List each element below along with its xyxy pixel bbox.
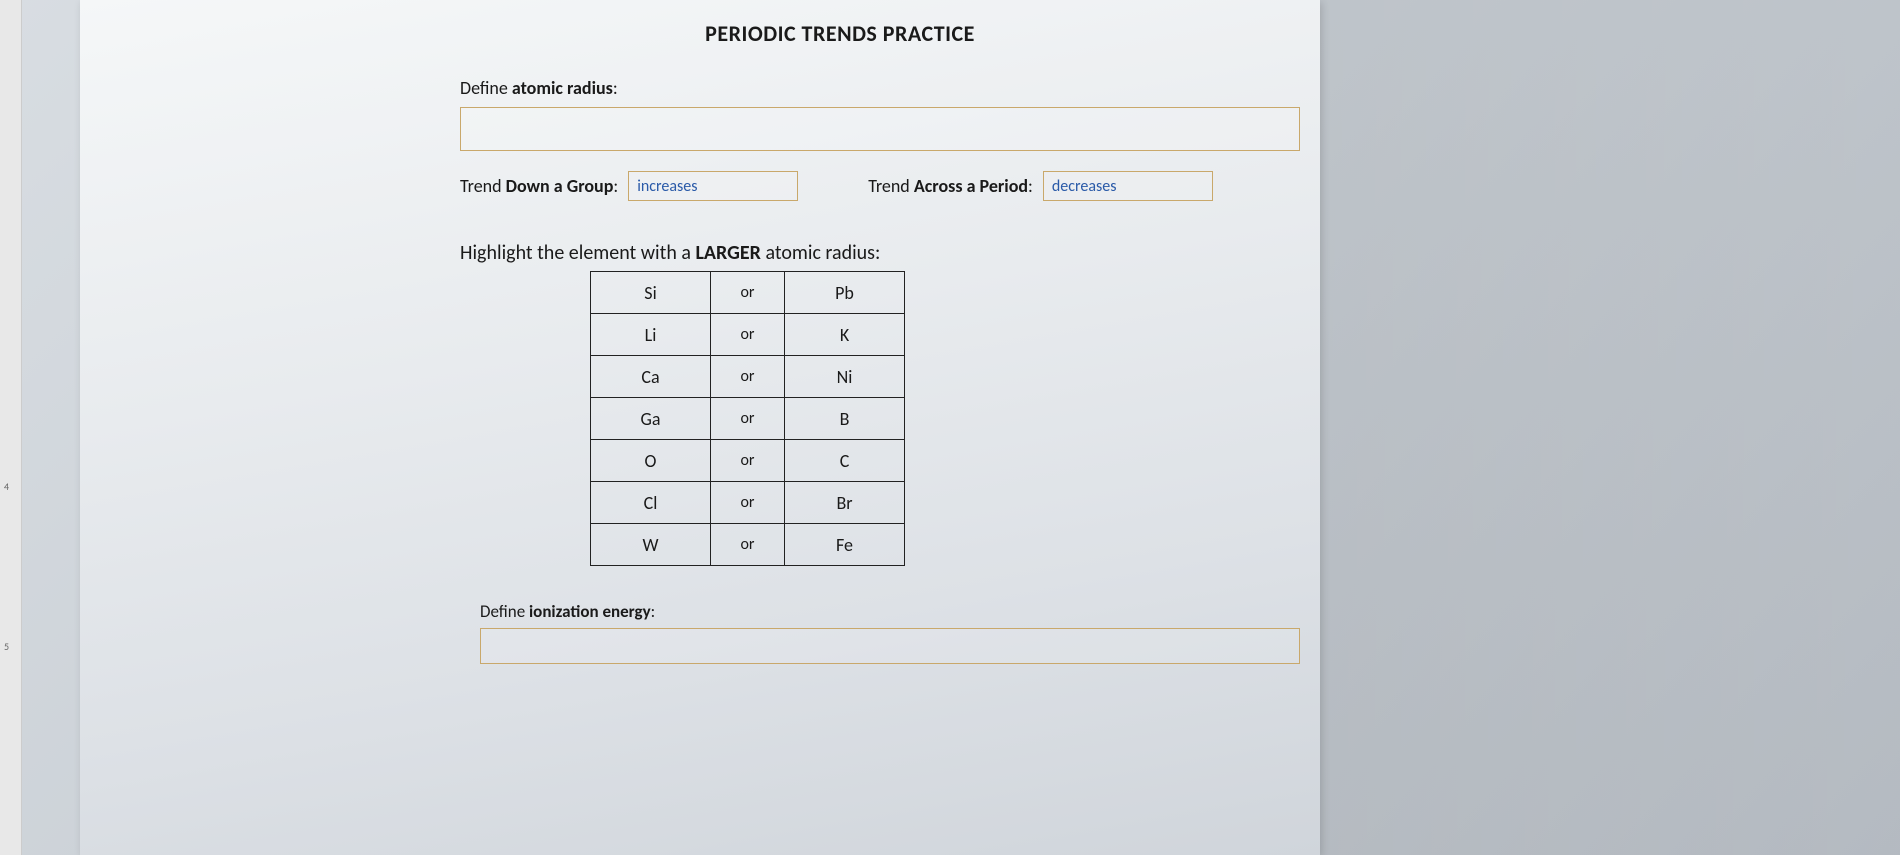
table-row: SiorPb <box>591 272 905 314</box>
element-cell-left[interactable]: Ga <box>591 398 711 440</box>
background-shadow <box>1320 0 1900 855</box>
table-row: CaorNi <box>591 356 905 398</box>
element-cell-right[interactable]: Ni <box>785 356 905 398</box>
table-row: ClorBr <box>591 482 905 524</box>
document-page: PERIODIC TRENDS PRACTICE Define atomic r… <box>80 0 1320 855</box>
element-cell-left[interactable]: Li <box>591 314 711 356</box>
element-cell-left[interactable]: Cl <box>591 482 711 524</box>
page-title: PERIODIC TRENDS PRACTICE <box>120 0 1280 77</box>
element-cell-right[interactable]: Fe <box>785 524 905 566</box>
element-cell-right[interactable]: K <box>785 314 905 356</box>
ruler-tick: 4 <box>4 480 9 493</box>
or-cell: or <box>711 356 785 398</box>
define-ionization-energy-label: Define ionization energy: <box>120 601 1280 622</box>
element-cell-right[interactable]: Pb <box>785 272 905 314</box>
element-comparison-table: SiorPbLiorKCaorNiGaorBOorCClorBrWorFe <box>590 271 905 566</box>
element-cell-left[interactable]: W <box>591 524 711 566</box>
trend-down-group-input[interactable]: increases <box>628 171 798 201</box>
element-cell-left[interactable]: Si <box>591 272 711 314</box>
trend-across-period-label: Trend Across a Period: <box>868 175 1033 197</box>
table-row: WorFe <box>591 524 905 566</box>
table-row: OorC <box>591 440 905 482</box>
element-cell-right[interactable]: Br <box>785 482 905 524</box>
trend-row: Trend Down a Group: increases Trend Acro… <box>120 171 1280 201</box>
or-cell: or <box>711 314 785 356</box>
define-atomic-radius-label: Define atomic radius: <box>120 77 1280 99</box>
or-cell: or <box>711 482 785 524</box>
or-cell: or <box>711 272 785 314</box>
define-ionization-energy-input[interactable] <box>480 628 1300 664</box>
highlight-prompt: Highlight the element with a LARGER atom… <box>120 241 1280 265</box>
vertical-ruler: 4 5 <box>0 0 22 855</box>
element-cell-left[interactable]: O <box>591 440 711 482</box>
trend-down-group-label: Trend Down a Group: <box>460 175 618 197</box>
or-cell: or <box>711 440 785 482</box>
ruler-tick: 5 <box>4 640 9 653</box>
table-row: GaorB <box>591 398 905 440</box>
element-cell-right[interactable]: B <box>785 398 905 440</box>
or-cell: or <box>711 524 785 566</box>
table-row: LiorK <box>591 314 905 356</box>
define-atomic-radius-input[interactable] <box>460 107 1300 151</box>
or-cell: or <box>711 398 785 440</box>
trend-across-period-input[interactable]: decreases <box>1043 171 1213 201</box>
element-cell-right[interactable]: C <box>785 440 905 482</box>
element-cell-left[interactable]: Ca <box>591 356 711 398</box>
